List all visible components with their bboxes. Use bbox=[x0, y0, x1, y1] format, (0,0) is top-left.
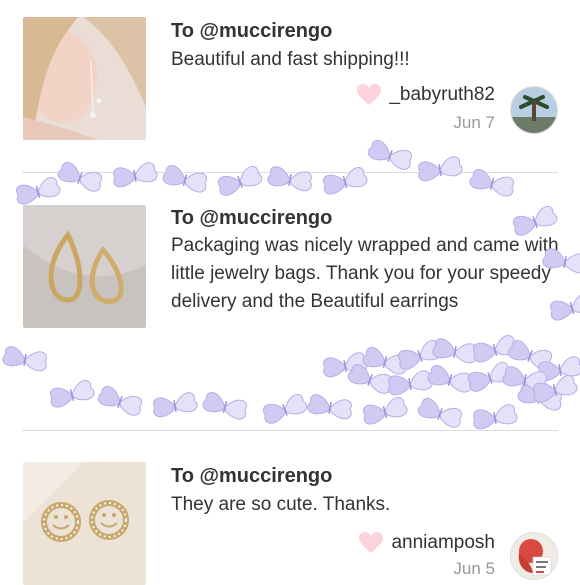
review-thumbnail[interactable] bbox=[23, 205, 146, 328]
butterfly-icon bbox=[150, 390, 199, 419]
review-recipient[interactable]: To @muccirengo bbox=[171, 20, 332, 43]
butterfly-icon bbox=[360, 395, 410, 427]
heart-icon bbox=[359, 532, 384, 553]
review-text: Beautiful and fast shipping!!! bbox=[171, 49, 410, 70]
butterfly-icon bbox=[470, 333, 520, 365]
reviewer-username[interactable]: anniamposh bbox=[391, 532, 495, 554]
butterfly-icon bbox=[515, 381, 565, 413]
butterfly-icon bbox=[1, 344, 50, 373]
butterfly-icon bbox=[306, 392, 355, 421]
butterfly-icon bbox=[13, 175, 63, 207]
reviewer-row[interactable]: _babyruth82 bbox=[357, 84, 495, 106]
butterfly-icon bbox=[55, 159, 106, 195]
reviewer-avatar[interactable] bbox=[510, 86, 558, 134]
divider bbox=[22, 430, 558, 431]
butterfly-icon bbox=[345, 361, 396, 397]
butterfly-icon bbox=[501, 364, 550, 393]
butterfly-icon bbox=[470, 402, 519, 431]
reviewer-username[interactable]: _babyruth82 bbox=[389, 84, 495, 106]
butterfly-icon bbox=[214, 163, 265, 199]
butterfly-icon bbox=[464, 359, 515, 395]
review-recipient[interactable]: To @muccirengo bbox=[171, 465, 332, 488]
butterfly-icon bbox=[110, 160, 159, 189]
butterfly-icon bbox=[259, 391, 310, 427]
butterfly-icon bbox=[530, 373, 580, 405]
butterfly-icon bbox=[200, 390, 250, 422]
divider bbox=[22, 172, 558, 173]
butterfly-icon bbox=[385, 368, 434, 397]
review-thumbnail[interactable] bbox=[23, 17, 146, 140]
butterfly-icon bbox=[47, 378, 97, 410]
heart-icon bbox=[357, 84, 382, 105]
butterfly-icon bbox=[360, 345, 410, 377]
butterfly-icon bbox=[95, 383, 146, 419]
review-recipient[interactable]: To @muccirengo bbox=[171, 207, 332, 230]
palm-tree-photo bbox=[511, 87, 557, 133]
butterfly-icon bbox=[320, 165, 370, 197]
butterfly-icon bbox=[394, 337, 445, 373]
reviewer-row[interactable]: anniamposh bbox=[359, 532, 495, 554]
review-text: Packaging was nicely wrapped and came wi… bbox=[171, 235, 559, 312]
earrings-on-model-photo bbox=[23, 17, 146, 140]
butterfly-icon bbox=[266, 164, 315, 193]
butterfly-icon bbox=[365, 137, 416, 173]
butterfly-icon bbox=[160, 163, 210, 195]
butterfly-icon bbox=[415, 154, 464, 183]
review-date: Jun 5 bbox=[453, 559, 495, 578]
butterfly-icon bbox=[431, 336, 480, 365]
smiley-face-rhinestone-earrings-photo bbox=[23, 462, 146, 585]
butterfly-icon bbox=[425, 363, 475, 395]
butterfly-icon bbox=[505, 337, 556, 373]
butterfly-icon bbox=[415, 395, 466, 431]
butterfly-icon bbox=[535, 354, 580, 383]
gold-teardrop-hoop-earrings-photo bbox=[23, 205, 146, 328]
reviewer-avatar[interactable] bbox=[510, 532, 558, 580]
review-text: They are so cute. Thanks. bbox=[171, 494, 391, 515]
butterfly-icon bbox=[320, 350, 369, 379]
review-date: Jun 7 bbox=[453, 113, 495, 132]
red-hair-illustration bbox=[511, 533, 557, 579]
review-thumbnail[interactable] bbox=[23, 462, 146, 585]
